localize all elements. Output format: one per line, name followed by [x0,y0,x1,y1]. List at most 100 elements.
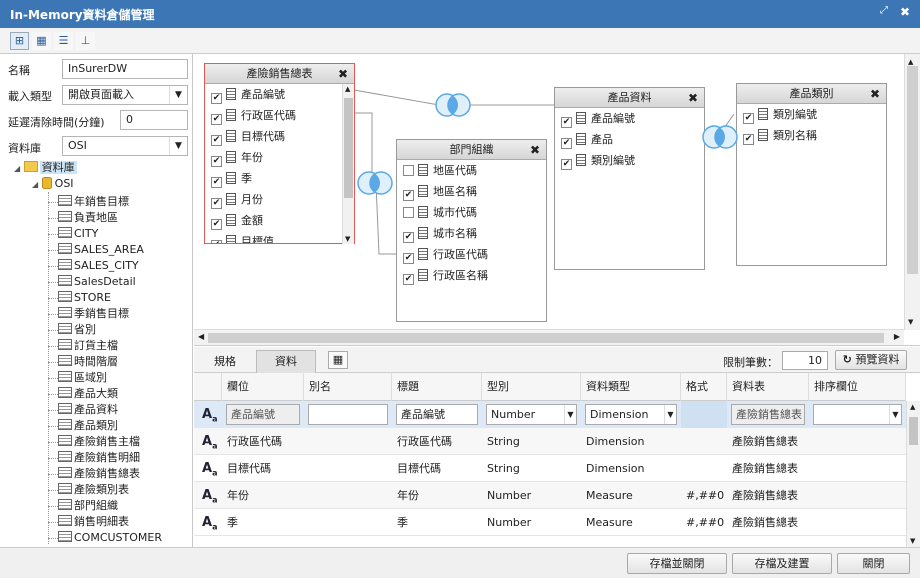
field-checkbox[interactable]: ✔ [403,232,414,243]
field-checkbox[interactable]: ✔ [403,190,414,201]
grid-cell[interactable] [681,428,727,455]
grid-cell-editor[interactable]: Dimension ▼ [585,404,677,425]
field-row[interactable]: ✔ 金額 [205,210,354,231]
field-checkbox[interactable]: ✔ [211,240,222,243]
grid-header-cell[interactable]: 排序欄位 [809,373,906,401]
table-card-header[interactable]: 產品資料 ✖ [555,88,704,108]
table-card-header[interactable]: 產險銷售總表 ✖ [205,64,354,84]
grid-cell[interactable]: 產險銷售總表 [727,482,809,509]
chevron-down-icon[interactable]: ▼ [169,137,187,155]
field-row[interactable]: ✔ 行政區代碼 [205,105,354,126]
field-row[interactable]: ✔ 月份 [205,189,354,210]
grid-cell[interactable]: 年份 [222,482,304,509]
grid-cell[interactable]: 年份 [392,482,482,509]
field-checkbox[interactable] [403,165,414,176]
tree-table-node[interactable]: 產險類別表 [58,482,129,498]
grid-cell[interactable]: Dimension [581,428,681,455]
load-type-select[interactable]: 開啟頁面載入 ▼ [62,85,188,105]
close-button[interactable]: 關閉 [837,553,910,574]
grid-cell[interactable]: #,##0 [681,509,727,536]
grid-header-cell[interactable]: 欄位 [222,373,304,401]
diagram-canvas[interactable]: 產險銷售總表✖ ✔產品編號✔行政區代碼✔目標代碼✔年份✔季✔月份✔金額✔目標值 … [194,54,920,346]
tree-table-node[interactable]: 訂貨主檔 [58,338,118,354]
field-checkbox[interactable]: ✔ [211,219,222,230]
close-icon[interactable]: ✖ [870,84,880,104]
grid-header-cell[interactable]: 資料類型 [581,373,681,401]
tree-table-node[interactable]: SalesDetail [58,274,136,290]
save-and-close-button[interactable]: 存檔並關閉 [627,553,727,574]
tree-db-node[interactable]: ◢ OSI [32,176,74,192]
save-and-build-button[interactable]: 存檔及建置 [732,553,832,574]
tab-data[interactable]: 資料 [256,350,316,373]
calculator-icon[interactable]: ▦ [328,351,348,369]
close-icon[interactable]: ✖ [688,88,698,108]
chevron-down-icon[interactable]: ▼ [169,86,187,104]
grid-cell[interactable] [809,455,906,482]
card-scrollbar[interactable]: ▲ ▼ [342,84,354,244]
grid-cell[interactable]: #,##0 [681,482,727,509]
chevron-down-icon[interactable]: ▼ [564,405,576,424]
tree-table-node[interactable]: SALES_AREA [58,242,144,258]
canvas-horizontal-scrollbar[interactable]: ◀ ▶ [194,329,904,345]
grid-cell[interactable] [304,455,392,482]
field-checkbox[interactable]: ✔ [403,253,414,264]
inner-join-icon[interactable] [356,171,394,195]
grid-cell[interactable]: 季 [392,509,482,536]
field-row[interactable]: ✔ 季 [205,168,354,189]
grid-cell[interactable] [809,428,906,455]
field-row[interactable]: ✔ 地區名稱 [397,181,546,202]
grid-cell[interactable]: 行政區代碼 [222,428,304,455]
field-row[interactable]: ✔ 行政區名稱 [397,265,546,286]
scroll-left-icon[interactable]: ◀ [198,332,204,341]
grid-cell[interactable] [304,482,392,509]
tree-root-node[interactable]: ◢ 資料庫 [14,160,77,176]
tree-table-node[interactable]: 產品大類 [58,386,118,402]
table-card-product-category[interactable]: 產品類別 ✖ ✔ 類別編號 ✔ 類別名稱 [736,83,887,266]
grid-cell[interactable]: Number [482,482,581,509]
grid-cell[interactable] [681,401,727,428]
grid-cell[interactable]: String [482,455,581,482]
hierarchy-view-icon[interactable]: ⊥ [76,32,95,50]
grid-cell[interactable]: 產險銷售總表 [727,428,809,455]
field-checkbox[interactable]: ✔ [561,159,572,170]
grid-cell[interactable]: Dimension [581,455,681,482]
field-checkbox[interactable]: ✔ [211,135,222,146]
grid-cell[interactable]: String [482,428,581,455]
tree-table-node[interactable]: 季銷售目標 [58,306,129,322]
field-checkbox[interactable]: ✔ [211,177,222,188]
close-icon[interactable]: ✖ [338,64,348,84]
grid-cell-editor[interactable] [308,404,388,425]
field-row[interactable]: ✔ 類別名稱 [737,125,886,146]
grid-cell[interactable]: Number [482,509,581,536]
field-checkbox[interactable] [403,207,414,218]
delay-input[interactable]: 0 [120,110,188,130]
field-checkbox[interactable]: ✔ [743,134,754,145]
name-input[interactable]: InSurerDW [62,59,188,79]
field-row[interactable]: ✔ 產品編號 [205,84,354,105]
canvas-vertical-scrollbar[interactable]: ▲ ▼ [904,54,920,330]
field-checkbox[interactable]: ✔ [211,93,222,104]
table-card-product[interactable]: 產品資料 ✖ ✔ 產品編號 ✔ 產品 ✔ 類別編號 [554,87,705,270]
grid-header-cell[interactable]: 別名 [304,373,392,401]
scroll-down-icon[interactable]: ▼ [910,537,915,545]
grid-cell[interactable] [304,428,392,455]
grid-cell[interactable] [809,482,906,509]
diagram-view-icon[interactable]: ⊞ [10,32,29,50]
grid-cell-editor[interactable]: ▼ [813,404,902,425]
tree-table-node[interactable]: 銷售明細表 [58,514,129,530]
field-row[interactable]: ✔ 城市名稱 [397,223,546,244]
database-select[interactable]: OSI ▼ [62,136,188,156]
grid-vertical-scrollbar[interactable]: ▲ ▼ [906,401,920,547]
grid-cell[interactable]: Measure [581,509,681,536]
tree-table-node[interactable]: 負責地區 [58,210,118,226]
tree-table-node[interactable]: 產險銷售主檔 [58,434,140,450]
card-scroll-thumb[interactable] [344,98,353,198]
field-row[interactable]: ✔ 類別編號 [737,104,886,125]
tree-table-node[interactable]: 部門組織 [58,498,118,514]
scroll-right-icon[interactable]: ▶ [894,332,900,341]
grid-header-cell[interactable]: 格式 [681,373,727,401]
field-checkbox[interactable]: ✔ [211,114,222,125]
field-row[interactable]: 地區代碼 [397,160,546,181]
chevron-down-icon[interactable]: ▼ [664,405,676,424]
grid-cell[interactable] [809,509,906,536]
